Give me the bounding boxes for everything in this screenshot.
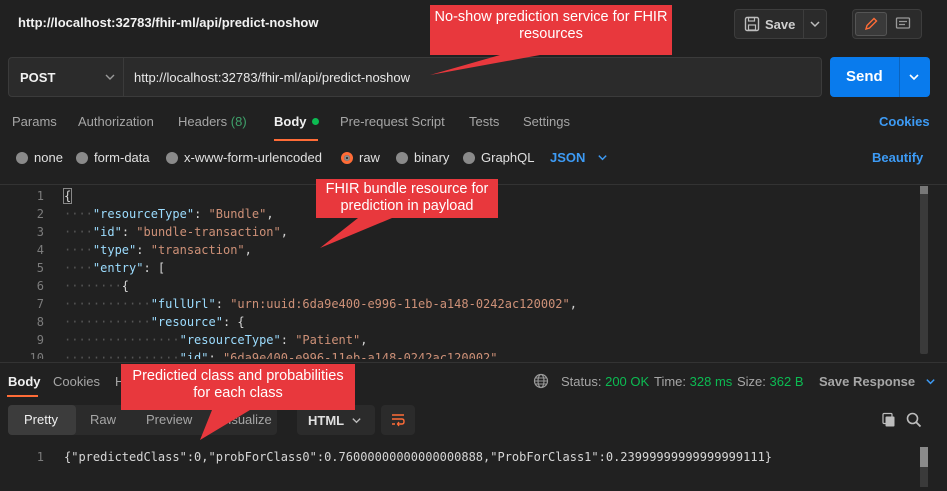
callout-payload: FHIR bundle resource for prediction in p… <box>316 179 498 218</box>
callout-pointer-result <box>200 410 250 440</box>
callout-pointers <box>200 55 540 440</box>
callout-service: No-show prediction service for FHIR reso… <box>430 5 672 55</box>
callout-service-text: No-show prediction service for FHIR reso… <box>434 9 668 42</box>
callout-pointer-payload <box>320 218 392 248</box>
callout-result: Predictied class and probabilities for e… <box>121 364 355 410</box>
callout-result-text: Predictied class and probabilities for e… <box>132 368 344 401</box>
callout-pointer-service <box>430 55 540 75</box>
callout-payload-text: FHIR bundle resource for prediction in p… <box>325 181 489 214</box>
